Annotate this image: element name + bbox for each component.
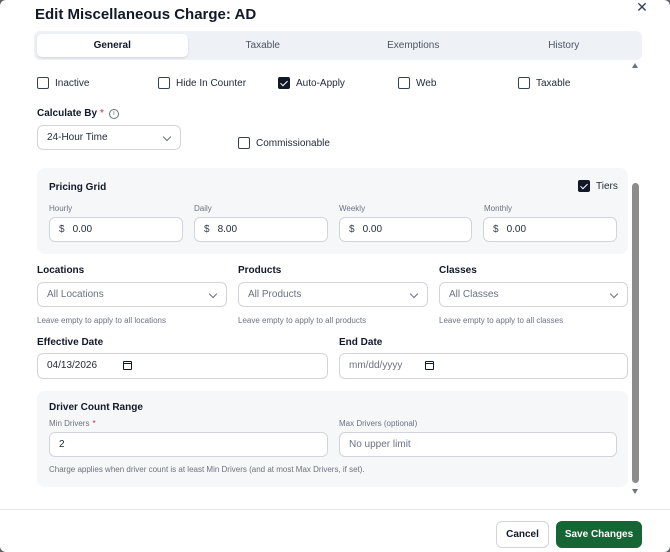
checkbox-box xyxy=(518,77,530,89)
checkbox-box xyxy=(398,77,410,89)
effective-date-label: Effective Date xyxy=(37,337,104,348)
required-mark: * xyxy=(92,419,96,428)
inactive-label: Inactive xyxy=(55,77,90,89)
scroll-down-arrow-icon[interactable] xyxy=(632,489,638,494)
currency-symbol: $ xyxy=(493,224,499,235)
driver-count-note: Charge applies when driver count is at l… xyxy=(49,465,365,474)
monthly-value: 0.00 xyxy=(506,224,527,235)
save-changes-button[interactable]: Save Changes xyxy=(556,521,642,548)
chevron-down-icon xyxy=(208,289,218,299)
max-drivers-label: Max Drivers (optional) xyxy=(339,419,418,428)
min-drivers-text: Min Drivers xyxy=(49,419,90,428)
checkbox-box xyxy=(158,77,170,89)
checkbox-box-checked xyxy=(278,77,290,89)
calendar-icon[interactable] xyxy=(123,361,132,370)
effective-date-value: 04/13/2026 xyxy=(47,360,98,371)
hourly-label: Hourly xyxy=(49,204,73,213)
checkbox-box-checked xyxy=(578,180,590,192)
calculate-by-text: Calculate By xyxy=(37,108,98,119)
checkbox-box xyxy=(238,137,250,149)
cancel-button[interactable]: Cancel xyxy=(496,521,549,548)
chevron-down-icon xyxy=(409,289,419,299)
scroll-up-arrow-icon[interactable] xyxy=(632,63,638,68)
min-drivers-value: 2 xyxy=(59,439,65,450)
weekly-value: 0.00 xyxy=(362,224,383,235)
tiers-label: Tiers xyxy=(596,180,618,192)
calendar-icon[interactable] xyxy=(425,361,434,370)
locations-label: Locations xyxy=(37,265,85,276)
classes-label: Classes xyxy=(439,265,477,276)
end-date-input[interactable]: mm/dd/yyyy xyxy=(339,353,628,379)
driver-count-title: Driver Count Range xyxy=(49,402,143,413)
currency-symbol: $ xyxy=(349,224,355,235)
calculate-by-select[interactable]: 24-Hour Time xyxy=(37,125,181,150)
products-help: Leave empty to apply to all products xyxy=(238,316,367,325)
hide-in-counter-label: Hide In Counter xyxy=(176,77,247,89)
products-label: Products xyxy=(238,265,282,276)
end-date-placeholder: mm/dd/yyyy xyxy=(349,360,403,371)
locations-select[interactable]: All Locations xyxy=(37,282,227,307)
max-drivers-placeholder: No upper limit xyxy=(349,439,411,450)
inactive-checkbox[interactable]: Inactive xyxy=(37,77,89,89)
commissionable-label: Commissionable xyxy=(256,137,330,149)
hourly-price-input[interactable]: $0.00 xyxy=(49,217,183,242)
min-drivers-input[interactable]: 2 xyxy=(49,432,328,457)
taxable-label: Taxable xyxy=(536,77,571,89)
classes-select[interactable]: All Classes xyxy=(439,282,628,307)
chevron-down-icon xyxy=(162,132,172,142)
tiers-checkbox[interactable]: Tiers xyxy=(578,180,618,192)
currency-symbol: $ xyxy=(204,224,210,235)
required-mark: * xyxy=(100,108,104,119)
monthly-label: Monthly xyxy=(484,204,513,213)
classes-placeholder: All Classes xyxy=(449,289,499,300)
daily-label: Daily xyxy=(194,204,212,213)
footer-divider xyxy=(0,509,670,510)
products-placeholder: All Products xyxy=(248,289,302,300)
weekly-label: Weekly xyxy=(339,204,366,213)
hide-in-counter-checkbox[interactable]: Hide In Counter xyxy=(158,77,246,89)
tab-taxable[interactable]: Taxable xyxy=(188,34,339,57)
auto-apply-checkbox[interactable]: Auto-Apply xyxy=(278,77,345,89)
tab-exemptions[interactable]: Exemptions xyxy=(338,34,489,57)
commissionable-checkbox[interactable]: Commissionable xyxy=(238,137,330,149)
taxable-checkbox[interactable]: Taxable xyxy=(518,77,570,89)
dialog-title: Edit Miscellaneous Charge: AD xyxy=(35,6,257,23)
tab-history[interactable]: History xyxy=(489,34,640,57)
calculate-by-value: 24-Hour Time xyxy=(47,132,108,143)
daily-price-input[interactable]: $8.00 xyxy=(194,217,328,242)
web-label: Web xyxy=(416,77,437,89)
scrollbar-thumb[interactable] xyxy=(632,183,639,483)
currency-symbol: $ xyxy=(59,224,65,235)
close-icon[interactable]: ✕ xyxy=(635,0,649,14)
tab-general[interactable]: General xyxy=(37,34,188,57)
checkbox-box xyxy=(37,77,49,89)
calculate-by-label: Calculate By * i xyxy=(37,108,119,119)
monthly-price-input[interactable]: $0.00 xyxy=(483,217,617,242)
hourly-value: 0.00 xyxy=(72,224,93,235)
info-icon[interactable]: i xyxy=(108,109,119,119)
max-drivers-input[interactable]: No upper limit xyxy=(339,432,617,457)
effective-date-input[interactable]: 04/13/2026 xyxy=(37,353,328,379)
locations-placeholder: All Locations xyxy=(47,289,104,300)
weekly-price-input[interactable]: $0.00 xyxy=(339,217,472,242)
products-select[interactable]: All Products xyxy=(238,282,428,307)
web-checkbox[interactable]: Web xyxy=(398,77,436,89)
chevron-down-icon xyxy=(609,289,619,299)
daily-value: 8.00 xyxy=(217,224,238,235)
pricing-grid-title: Pricing Grid xyxy=(49,182,107,193)
edit-charge-dialog: Edit Miscellaneous Charge: AD ✕ General … xyxy=(0,0,670,552)
end-date-label: End Date xyxy=(339,337,383,348)
auto-apply-label: Auto-Apply xyxy=(296,77,345,89)
min-drivers-label: Min Drivers * xyxy=(49,419,96,428)
locations-help: Leave empty to apply to all locations xyxy=(37,316,166,325)
tab-bar: General Taxable Exemptions History xyxy=(34,31,642,60)
classes-help: Leave empty to apply to all classes xyxy=(439,316,564,325)
